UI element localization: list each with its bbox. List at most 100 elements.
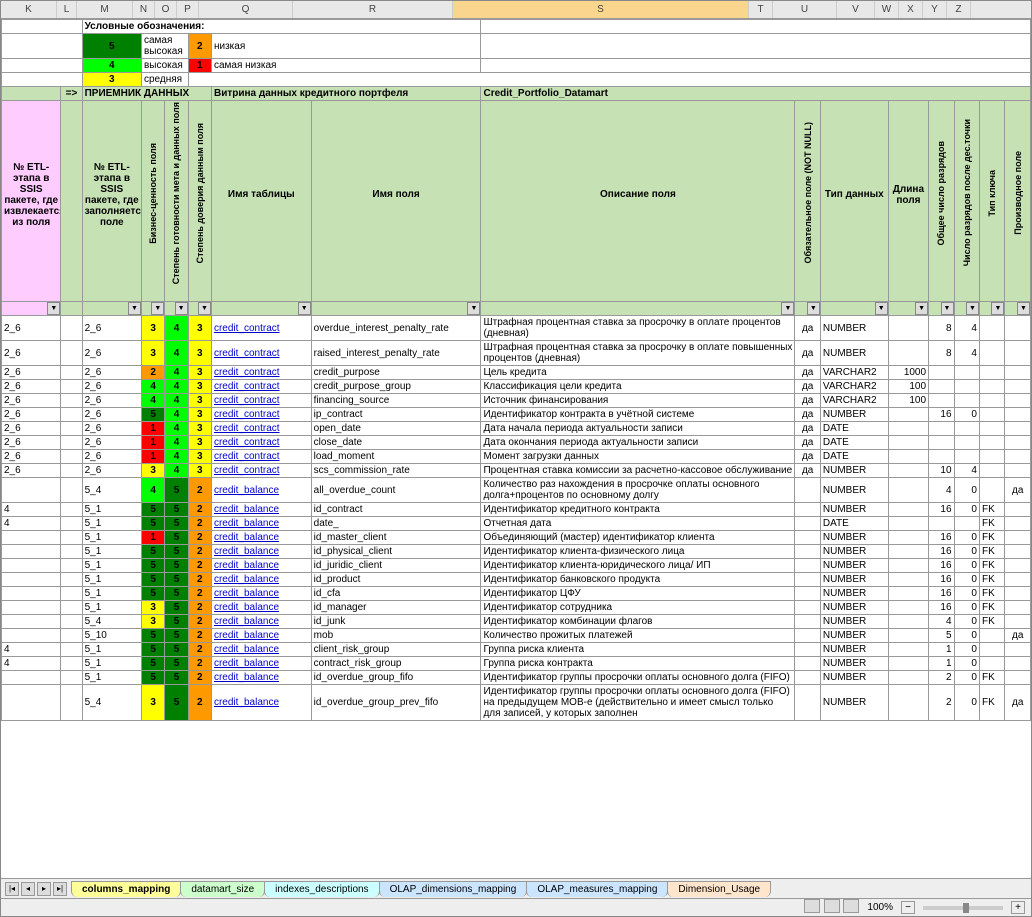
cell-desc[interactable]: Идентификатор сотрудника — [481, 601, 795, 615]
table-link[interactable]: credit_contract — [214, 437, 280, 448]
col-header-X[interactable]: X — [899, 1, 923, 18]
cell-table[interactable]: credit_balance — [211, 559, 311, 573]
cell-m[interactable]: 5_1 — [82, 671, 141, 685]
cell-req[interactable] — [795, 671, 820, 685]
cell-table[interactable]: credit_contract — [211, 316, 311, 341]
cell-k[interactable]: 4 — [2, 517, 61, 531]
cell-p[interactable]: 2 — [188, 657, 211, 671]
cell-table[interactable]: credit_contract — [211, 422, 311, 436]
cell-o[interactable]: 5 — [165, 531, 188, 545]
cell-dec[interactable]: 0 — [954, 615, 979, 629]
cell-field[interactable]: id_master_client — [311, 531, 481, 545]
cell-n[interactable]: 5 — [141, 408, 164, 422]
filter-btn-p[interactable]: ▼ — [198, 302, 211, 315]
cell-desc[interactable]: Идентификатор группы просрочки оплаты ос… — [481, 671, 795, 685]
cell-type[interactable]: NUMBER — [820, 341, 888, 366]
filter-btn-s[interactable]: ▼ — [781, 302, 794, 315]
cell-key[interactable] — [979, 341, 1004, 366]
table-link[interactable]: credit_balance — [214, 616, 279, 627]
cell-n[interactable]: 5 — [141, 545, 164, 559]
cell-req[interactable]: да — [795, 366, 820, 380]
cell-key[interactable]: FK — [979, 559, 1004, 573]
cell-tot[interactable]: 4 — [929, 615, 954, 629]
cell-len[interactable] — [888, 671, 928, 685]
cell-k[interactable] — [2, 685, 61, 721]
cell-field[interactable]: id_junk — [311, 615, 481, 629]
cell-dec[interactable]: 0 — [954, 478, 979, 503]
cell-key[interactable]: FK — [979, 685, 1004, 721]
cell-key[interactable]: FK — [979, 671, 1004, 685]
cell-k[interactable] — [2, 478, 61, 503]
filter-btn-y[interactable]: ▼ — [991, 302, 1004, 315]
cell-req[interactable]: да — [795, 408, 820, 422]
table-link[interactable]: credit_contract — [214, 395, 280, 406]
filter-btn-n[interactable]: ▼ — [151, 302, 164, 315]
cell-tot[interactable]: 16 — [929, 531, 954, 545]
cell-req[interactable] — [795, 685, 820, 721]
cell-table[interactable]: credit_contract — [211, 436, 311, 450]
cell-k[interactable]: 2_6 — [2, 464, 61, 478]
cell-len[interactable] — [888, 408, 928, 422]
cell-table[interactable]: credit_contract — [211, 394, 311, 408]
cell-key[interactable] — [979, 408, 1004, 422]
cell-p[interactable]: 2 — [188, 517, 211, 531]
cell-der[interactable]: да — [1005, 629, 1031, 643]
filter-btn-o[interactable]: ▼ — [175, 302, 188, 315]
cell-o[interactable]: 5 — [165, 478, 188, 503]
cell-n[interactable]: 1 — [141, 450, 164, 464]
cell-desc[interactable]: Дата начала периода актуальности записи — [481, 422, 795, 436]
cell-m[interactable]: 5_1 — [82, 643, 141, 657]
sheet-tab-columns_mapping[interactable]: columns_mapping — [71, 881, 181, 897]
cell-k[interactable]: 2_6 — [2, 436, 61, 450]
filter-btn-z[interactable]: ▼ — [1017, 302, 1030, 315]
cell-key[interactable] — [979, 436, 1004, 450]
cell-m[interactable]: 5_1 — [82, 559, 141, 573]
view-layout-icon[interactable] — [824, 899, 840, 913]
cell-key[interactable]: FK — [979, 573, 1004, 587]
cell-len[interactable]: 1000 — [888, 366, 928, 380]
zoom-slider[interactable] — [923, 906, 1003, 910]
cell-m[interactable]: 5_4 — [82, 478, 141, 503]
cell-type[interactable]: NUMBER — [820, 643, 888, 657]
cell-dec[interactable]: 0 — [954, 503, 979, 517]
cell-table[interactable]: credit_contract — [211, 366, 311, 380]
filter-btn-v[interactable]: ▼ — [915, 302, 928, 315]
cell-p[interactable]: 2 — [188, 671, 211, 685]
cell-der[interactable] — [1005, 503, 1031, 517]
cell-desc[interactable]: Идентификатор банковского продукта — [481, 573, 795, 587]
cell-k[interactable]: 2_6 — [2, 450, 61, 464]
cell-len[interactable] — [888, 503, 928, 517]
cell-m[interactable]: 5_1 — [82, 601, 141, 615]
cell-k[interactable]: 4 — [2, 657, 61, 671]
view-break-icon[interactable] — [843, 899, 859, 913]
table-link[interactable]: credit_contract — [214, 381, 280, 392]
cell-o[interactable]: 4 — [165, 394, 188, 408]
cell-dec[interactable]: 4 — [954, 464, 979, 478]
cell-len[interactable] — [888, 657, 928, 671]
cell-o[interactable]: 5 — [165, 685, 188, 721]
cell-o[interactable]: 4 — [165, 408, 188, 422]
table-link[interactable]: credit_balance — [214, 546, 279, 557]
cell-field[interactable]: credit_purpose_group — [311, 380, 481, 394]
cell-field[interactable]: id_product — [311, 573, 481, 587]
cell-len[interactable] — [888, 629, 928, 643]
table-link[interactable]: credit_contract — [214, 451, 280, 462]
table-link[interactable]: credit_balance — [214, 518, 279, 529]
cell-tot[interactable] — [929, 436, 954, 450]
cell-p[interactable]: 2 — [188, 629, 211, 643]
cell-len[interactable] — [888, 478, 928, 503]
cell-der[interactable] — [1005, 643, 1031, 657]
cell-key[interactable] — [979, 464, 1004, 478]
cell-n[interactable]: 3 — [141, 341, 164, 366]
cell-tot[interactable]: 16 — [929, 408, 954, 422]
cell-type[interactable]: NUMBER — [820, 601, 888, 615]
table-link[interactable]: credit_balance — [214, 602, 279, 613]
cell-der[interactable] — [1005, 559, 1031, 573]
cell-m[interactable]: 5_1 — [82, 531, 141, 545]
cell-dec[interactable]: 4 — [954, 341, 979, 366]
cell-desc[interactable]: Объединяющий (мастер) идентификатор клие… — [481, 531, 795, 545]
cell-key[interactable] — [979, 422, 1004, 436]
table-link[interactable]: credit_contract — [214, 367, 280, 378]
cell-dec[interactable] — [954, 394, 979, 408]
cell-o[interactable]: 4 — [165, 450, 188, 464]
